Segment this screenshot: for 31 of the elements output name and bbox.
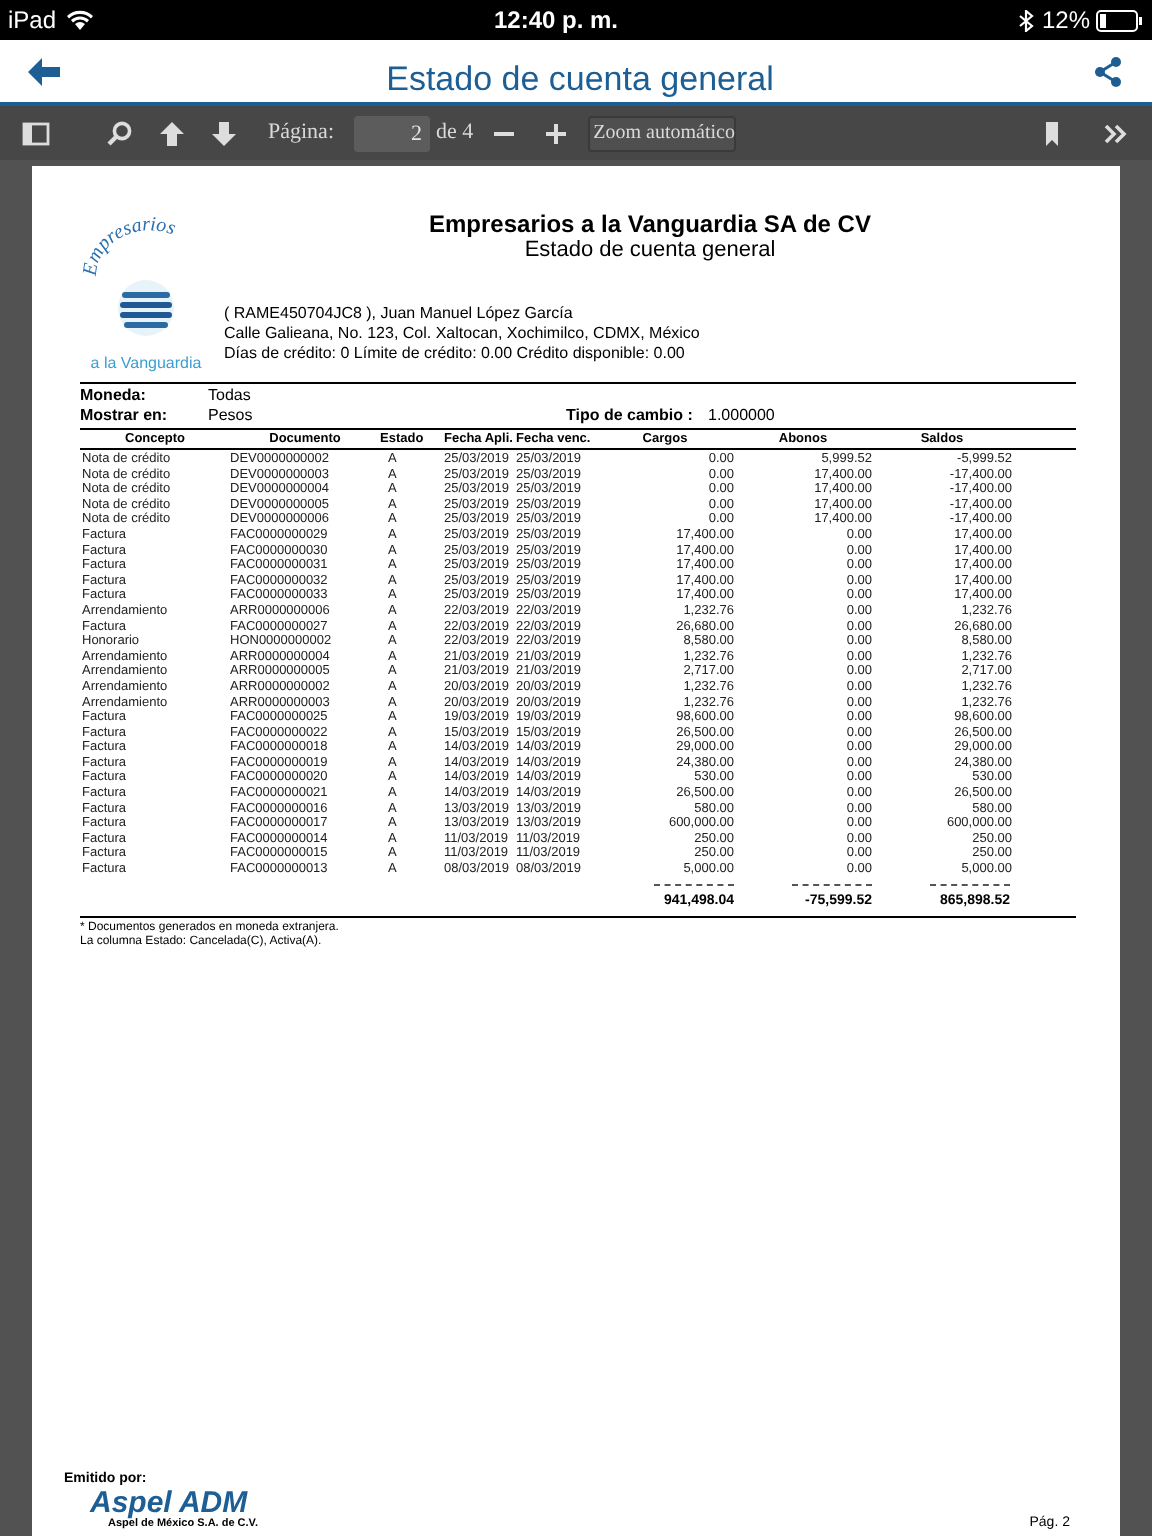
- zoom-select[interactable]: Zoom automático: [587, 115, 736, 151]
- device-name: iPad: [8, 4, 57, 38]
- client-info: ( RAME450704JC8 ), Juan Manuel López García: [224, 304, 575, 324]
- field-label: Tipo de cambio :: [566, 406, 695, 426]
- page-label: Página:: [268, 118, 334, 149]
- battery-icon: [1096, 9, 1144, 31]
- share-button[interactable]: [1094, 53, 1126, 89]
- battery-percent: 12%: [1041, 4, 1090, 38]
- logo-tagline: a la Vanguardia: [90, 352, 202, 376]
- sidebar-toggle-icon: [22, 119, 50, 147]
- field-value: Todas: [208, 386, 251, 406]
- client-info: Días de crédito: 0 Límite de crédito: 0.00 Crédito disponible: 0.00: [224, 344, 687, 364]
- previous-page-icon: [158, 119, 186, 147]
- report-title: Estado de cuenta general: [524, 238, 776, 264]
- field-label: Moneda:: [80, 386, 148, 406]
- page-total: de 4: [436, 118, 474, 149]
- company-name: Empresarios a la Vanguardia SA de CV: [429, 212, 871, 238]
- next-page-icon: [210, 119, 238, 147]
- field-value: 1.000000: [708, 406, 775, 426]
- clock-time: 12:40 p. m.: [493, 4, 619, 38]
- brand-logo-text: Aspel ADM: [90, 1488, 248, 1518]
- field-value: Pesos: [208, 406, 255, 426]
- field-label: Mostrar en:: [80, 406, 170, 426]
- wifi-icon: [66, 10, 95, 30]
- page-number-field[interactable]: 2: [354, 115, 430, 151]
- search-icon: [106, 119, 134, 147]
- more-tools-icon: [1102, 119, 1130, 147]
- bluetooth-icon: [1017, 9, 1034, 31]
- client-info: Calle Galieana, No. 123, Col. Xaltocan, Xochimilco, CDMX, México: [224, 324, 702, 344]
- zoom-in-icon: [541, 119, 570, 147]
- page-title: Estado de cuenta general: [386, 57, 774, 102]
